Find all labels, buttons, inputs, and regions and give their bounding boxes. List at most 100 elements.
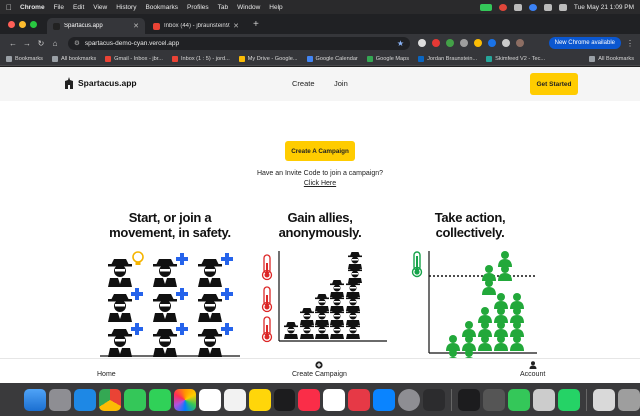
- menu-help[interactable]: Help: [269, 4, 282, 11]
- downloads-stack-icon[interactable]: [592, 388, 615, 411]
- bookmark-item[interactable]: My Drive - Google...: [238, 55, 298, 62]
- site-logo[interactable]: Spartacus.app: [64, 77, 137, 89]
- extension-blue-icon[interactable]: [488, 39, 496, 47]
- bookmark-item[interactable]: Jordan Braunstein...: [418, 55, 477, 62]
- menu-profiles[interactable]: Profiles: [187, 4, 209, 11]
- profile-avatar-icon[interactable]: [516, 39, 524, 47]
- app-store-icon[interactable]: [373, 388, 396, 411]
- extension-green-icon[interactable]: [446, 39, 454, 47]
- chrome-icon[interactable]: [98, 388, 121, 411]
- extension-yellow-icon[interactable]: [474, 39, 482, 47]
- zoom-window-button[interactable]: [30, 21, 37, 28]
- preview-icon[interactable]: [483, 388, 506, 411]
- feature-title-line: Gain allies,: [287, 210, 353, 225]
- cloud-extension-icon[interactable]: [418, 39, 426, 47]
- battery-icon[interactable]: [513, 3, 522, 11]
- music-icon[interactable]: [298, 388, 321, 411]
- site-info-icon[interactable]: ⚙: [74, 39, 80, 47]
- extension-red-icon[interactable]: [432, 39, 440, 47]
- all-bookmarks-button[interactable]: All Bookmarks: [589, 55, 634, 62]
- numbers-icon[interactable]: [508, 388, 531, 411]
- menu-history[interactable]: History: [116, 4, 136, 11]
- bookmark-item[interactable]: Google Calendar: [306, 55, 358, 62]
- reload-icon[interactable]: ↻: [34, 39, 48, 48]
- close-window-button[interactable]: [8, 21, 15, 28]
- minimize-window-button[interactable]: [19, 21, 26, 28]
- facetime-status-icon[interactable]: [479, 3, 492, 11]
- bookmark-item[interactable]: Skimfeed V2 - Tec...: [486, 55, 545, 62]
- menu-window[interactable]: Window: [237, 4, 260, 11]
- forward-arrow-icon[interactable]: →: [20, 39, 34, 48]
- photos-icon[interactable]: [173, 388, 196, 411]
- launchpad-icon[interactable]: [48, 388, 71, 411]
- feature-title-allies: Gain allies, anonymously.: [250, 210, 390, 240]
- textedit-icon[interactable]: [533, 388, 556, 411]
- menu-chrome[interactable]: Chrome: [20, 4, 45, 11]
- back-arrow-icon[interactable]: ←: [6, 39, 20, 48]
- bookmark-item[interactable]: Inbox (1 : 5) - jord...: [171, 55, 230, 62]
- create-campaign-button[interactable]: Create A Campaign: [285, 141, 355, 161]
- web-page: Spartacus.app Create Join Get Started Cr…: [0, 67, 640, 383]
- nav-join-link[interactable]: Join: [334, 79, 348, 88]
- finder-icon[interactable]: [24, 388, 46, 411]
- tab-gmail-inbox[interactable]: Inbox (44) - jbraunstein914@ ✕: [147, 18, 245, 34]
- bookmark-item[interactable]: All bookmarks: [51, 55, 96, 62]
- close-tab-icon[interactable]: ✕: [233, 22, 239, 30]
- home-icon[interactable]: ⌂: [48, 39, 62, 48]
- plus-icon: [131, 288, 143, 300]
- menubar-clock[interactable]: Tue May 21 1:09 PM: [574, 4, 634, 11]
- tab-spartacus[interactable]: Spartacus.app ✕: [47, 18, 145, 34]
- bookmark-item[interactable]: Gmail - Inbox - jbr...: [105, 55, 163, 62]
- trash-icon[interactable]: [617, 388, 640, 411]
- bookmark-star-icon[interactable]: ★: [397, 39, 404, 48]
- system-settings-icon[interactable]: [398, 388, 421, 411]
- extension-grey-icon[interactable]: [460, 39, 468, 47]
- calendar-icon[interactable]: [198, 388, 221, 411]
- news-icon[interactable]: [348, 388, 371, 411]
- calculator-icon[interactable]: [273, 388, 296, 411]
- bottom-nav-account[interactable]: Account: [520, 361, 545, 378]
- new-chrome-available-button[interactable]: New Chrome available: [548, 37, 621, 49]
- nav-create-link[interactable]: Create: [292, 79, 315, 88]
- menu-bookmarks[interactable]: Bookmarks: [145, 4, 178, 11]
- reminders-icon[interactable]: [223, 388, 246, 411]
- wifi-icon[interactable]: [558, 3, 567, 11]
- facetime-icon[interactable]: [148, 388, 171, 411]
- stocks-icon[interactable]: [458, 388, 481, 411]
- window-controls: [8, 21, 37, 28]
- get-started-button[interactable]: Get Started: [530, 73, 578, 95]
- action-illustration: [411, 251, 537, 359]
- apple-menu-icon[interactable]: : [6, 3, 12, 12]
- menu-tab[interactable]: Tab: [218, 4, 228, 11]
- safari-icon[interactable]: [73, 388, 96, 411]
- messages-icon[interactable]: [123, 388, 146, 411]
- tab-title: Inbox (44) - jbraunstein914@: [164, 23, 230, 29]
- slack-icon[interactable]: [323, 388, 346, 411]
- search-icon[interactable]: [543, 3, 552, 11]
- anonymous-person-icon: [198, 259, 222, 287]
- click-here-link[interactable]: Click Here: [304, 180, 336, 187]
- lightbulb-icon: [132, 251, 144, 265]
- close-tab-icon[interactable]: ✕: [133, 22, 139, 30]
- bookmark-label: Inbox (1 : 5) - jord...: [180, 55, 230, 62]
- anonymous-person-icon: [108, 294, 132, 322]
- whatsapp-icon[interactable]: [558, 388, 580, 411]
- address-bar[interactable]: ⚙ spartacus-demo-cyan.vercel.app ★: [68, 36, 410, 50]
- bookmark-item[interactable]: Bookmarks: [6, 55, 43, 62]
- extensions-puzzle-icon[interactable]: [502, 39, 510, 47]
- folder-icon: [589, 55, 596, 62]
- chrome-menu-icon[interactable]: ⋮: [626, 39, 634, 48]
- bottom-nav-create-campaign[interactable]: Create Campaign: [292, 361, 347, 378]
- notes-icon[interactable]: [248, 388, 271, 411]
- menu-file[interactable]: File: [54, 4, 64, 11]
- menu-edit[interactable]: Edit: [73, 4, 84, 11]
- new-tab-button[interactable]: +: [253, 19, 259, 30]
- control-center-icon[interactable]: [528, 3, 537, 11]
- bottom-nav-home[interactable]: Home: [97, 361, 116, 378]
- bookmark-item[interactable]: Google Maps: [366, 55, 409, 62]
- status-app-icon[interactable]: [498, 3, 507, 11]
- macos-menu-bar:  Chrome File Edit View History Bookmark…: [0, 0, 640, 14]
- menu-view[interactable]: View: [93, 4, 107, 11]
- thermometer-icon: [261, 286, 273, 313]
- terminal-icon[interactable]: [423, 388, 446, 411]
